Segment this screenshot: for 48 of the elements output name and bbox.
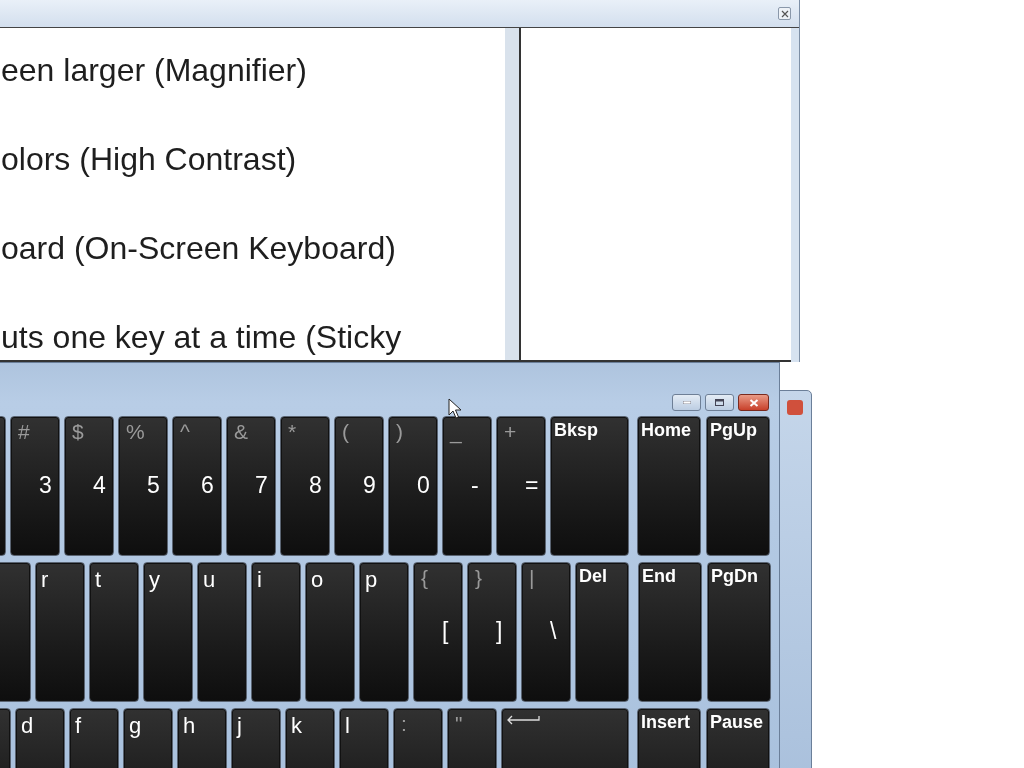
mouse-pointer-icon <box>448 398 462 420</box>
key[interactable]: | \ <box>521 562 571 702</box>
key[interactable]: ) 0 <box>388 416 438 556</box>
key[interactable]: j <box>231 708 281 768</box>
option-link[interactable]: een larger (Magnifier) <box>1 52 505 141</box>
key[interactable]: l <box>339 708 389 768</box>
key[interactable]: ( 9 <box>334 416 384 556</box>
key[interactable]: Del <box>575 562 629 702</box>
option-link[interactable]: olors (High Contrast) <box>1 141 505 230</box>
key[interactable]: Insert <box>637 708 701 768</box>
maximize-button[interactable] <box>705 394 734 411</box>
key[interactable]: Home <box>637 416 701 556</box>
close-icon <box>748 398 759 407</box>
key[interactable]: k <box>285 708 335 768</box>
enter-arrow-icon <box>506 715 540 725</box>
key[interactable]: r <box>35 562 85 702</box>
key[interactable]: " <box>447 708 497 768</box>
minimize-button[interactable] <box>672 394 701 411</box>
key[interactable]: f <box>69 708 119 768</box>
key[interactable]: End <box>638 562 702 702</box>
key[interactable]: PgDn <box>707 562 771 702</box>
key[interactable]: } ] <box>467 562 517 702</box>
key[interactable]: PgUp <box>706 416 770 556</box>
key[interactable]: ^ 6 <box>172 416 222 556</box>
key[interactable]: * 8 <box>280 416 330 556</box>
key[interactable]: % 5 <box>118 416 168 556</box>
key[interactable]: d <box>15 708 65 768</box>
key[interactable]: { [ <box>413 562 463 702</box>
key[interactable]: : <box>393 708 443 768</box>
key[interactable]: h <box>177 708 227 768</box>
key[interactable]: + = <box>496 416 546 556</box>
key[interactable]: $ 4 <box>64 416 114 556</box>
key[interactable]: Bksp <box>550 416 629 556</box>
key[interactable]: t <box>89 562 139 702</box>
key[interactable]: i <box>251 562 301 702</box>
key[interactable]: _ - <box>442 416 492 556</box>
key[interactable]: p <box>359 562 409 702</box>
option-link[interactable]: oard (On-Screen Keyboard) <box>1 230 505 319</box>
key[interactable]: g <box>123 708 173 768</box>
key[interactable]: # 3 <box>10 416 60 556</box>
key[interactable]: & 7 <box>226 416 276 556</box>
maximize-icon <box>715 399 724 406</box>
key[interactable]: Pause <box>706 708 770 768</box>
key[interactable]: y <box>143 562 193 702</box>
option-link[interactable]: uts one key at a time (Sticky <box>1 319 505 360</box>
key[interactable]: o <box>305 562 355 702</box>
minimize-icon <box>682 401 691 404</box>
key[interactable]: u <box>197 562 247 702</box>
